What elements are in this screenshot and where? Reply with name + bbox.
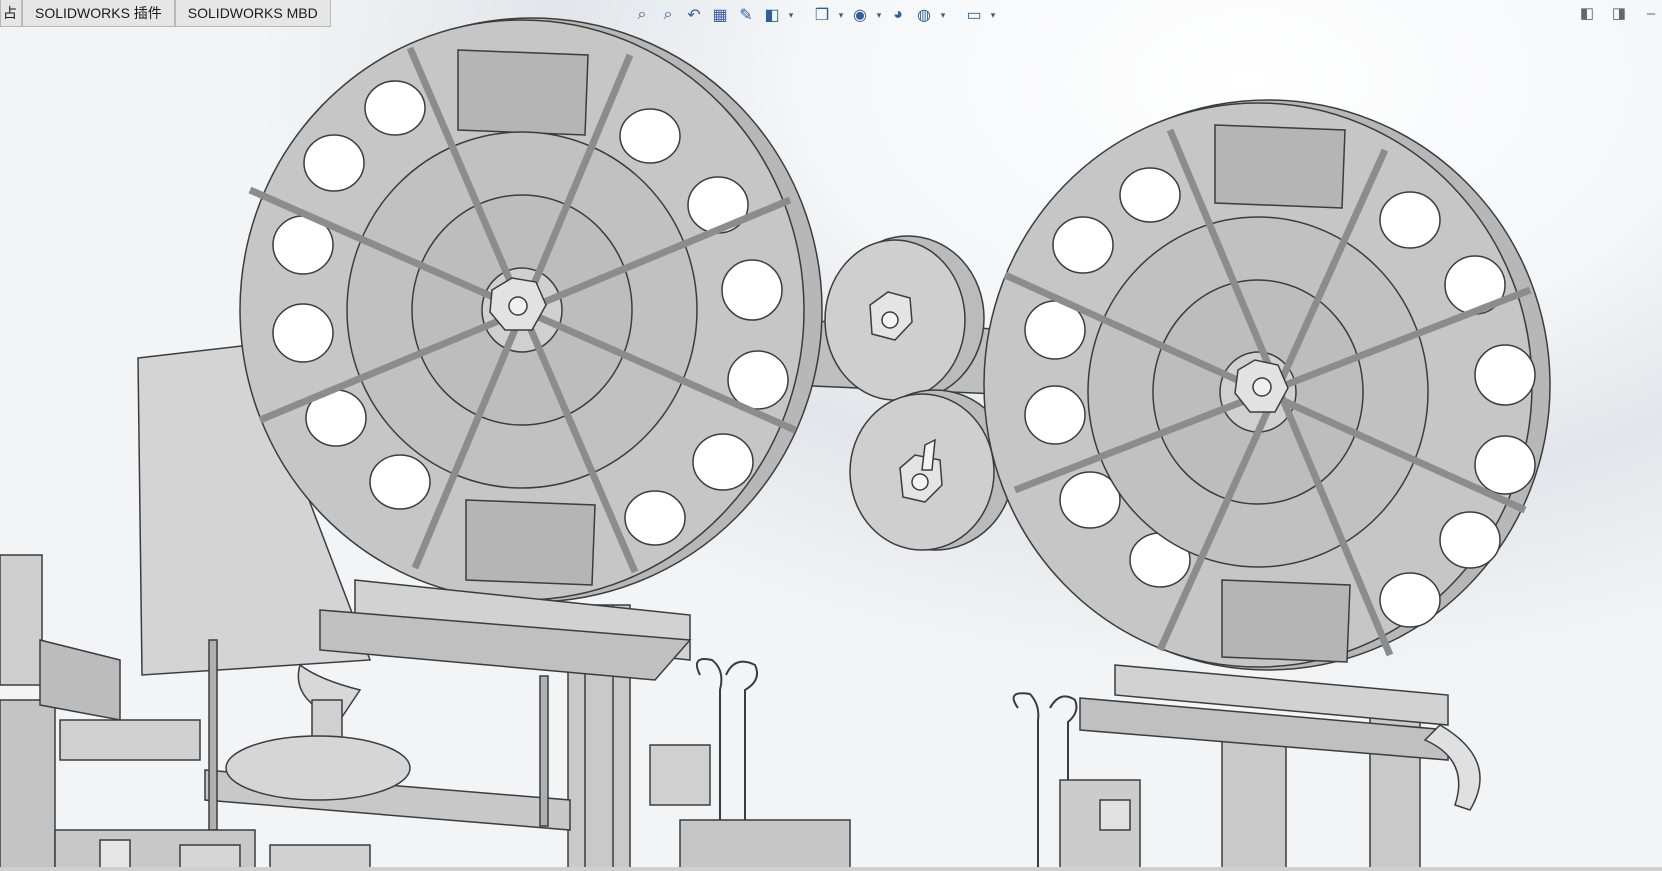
right-mechanism[interactable] — [649, 744, 1141, 871]
collapse-right-panel-icon[interactable]: ◨ — [1608, 4, 1630, 24]
chevron-down-icon[interactable]: ▾ — [874, 4, 884, 26]
chevron-down-icon[interactable]: ▾ — [786, 4, 796, 26]
display-style-icon[interactable]: ❒ — [810, 4, 834, 26]
right-reel[interactable] — [983, 99, 1551, 671]
hide-show-items-icon[interactable]: ◉ — [848, 4, 872, 26]
view-settings-icon[interactable]: ▭ — [962, 4, 986, 26]
left-reel[interactable] — [239, 17, 823, 603]
zoom-to-fit-icon[interactable]: ⌕ — [630, 4, 654, 26]
view-orientation-icon[interactable]: ◧ — [760, 4, 784, 26]
collapse-left-panel-icon[interactable]: ◧ — [1576, 4, 1598, 24]
chevron-down-icon[interactable]: ▾ — [938, 4, 948, 26]
upper-idler-roller[interactable] — [824, 235, 985, 401]
chevron-down-icon[interactable]: ▾ — [988, 4, 998, 26]
tab-solidworks-mbd[interactable]: SOLIDWORKS MBD — [174, 0, 331, 27]
window-controls: ◧ ◨ – — [1576, 4, 1662, 24]
chevron-down-icon[interactable]: ▾ — [836, 4, 846, 26]
minimize-icon[interactable]: – — [1640, 4, 1662, 24]
zoom-to-area-icon[interactable]: ⌕ — [656, 4, 680, 26]
dynamic-annotation-icon[interactable]: ✎ — [734, 4, 758, 26]
heads-up-view-toolbar: ⌕ ⌕ ↶ ▦ ✎ ◧ ▾ ❒ ▾ ◉ ▾ ◕ ◍ ▾ ▭ ▾ — [630, 3, 998, 27]
apply-scene-icon[interactable]: ◍ — [912, 4, 936, 26]
viewport-border — [0, 867, 1662, 871]
assembly-model[interactable] — [0, 0, 1662, 871]
edit-appearance-icon[interactable]: ◕ — [886, 4, 910, 26]
section-view-icon[interactable]: ▦ — [708, 4, 732, 26]
tab-partial[interactable]: 占 — [0, 0, 22, 27]
previous-view-icon[interactable]: ↶ — [682, 4, 706, 26]
tab-solidworks-addins[interactable]: SOLIDWORKS 插件 — [22, 0, 175, 27]
command-manager-tabs: 占 SOLIDWORKS 插件 SOLIDWORKS MBD — [0, 0, 331, 28]
